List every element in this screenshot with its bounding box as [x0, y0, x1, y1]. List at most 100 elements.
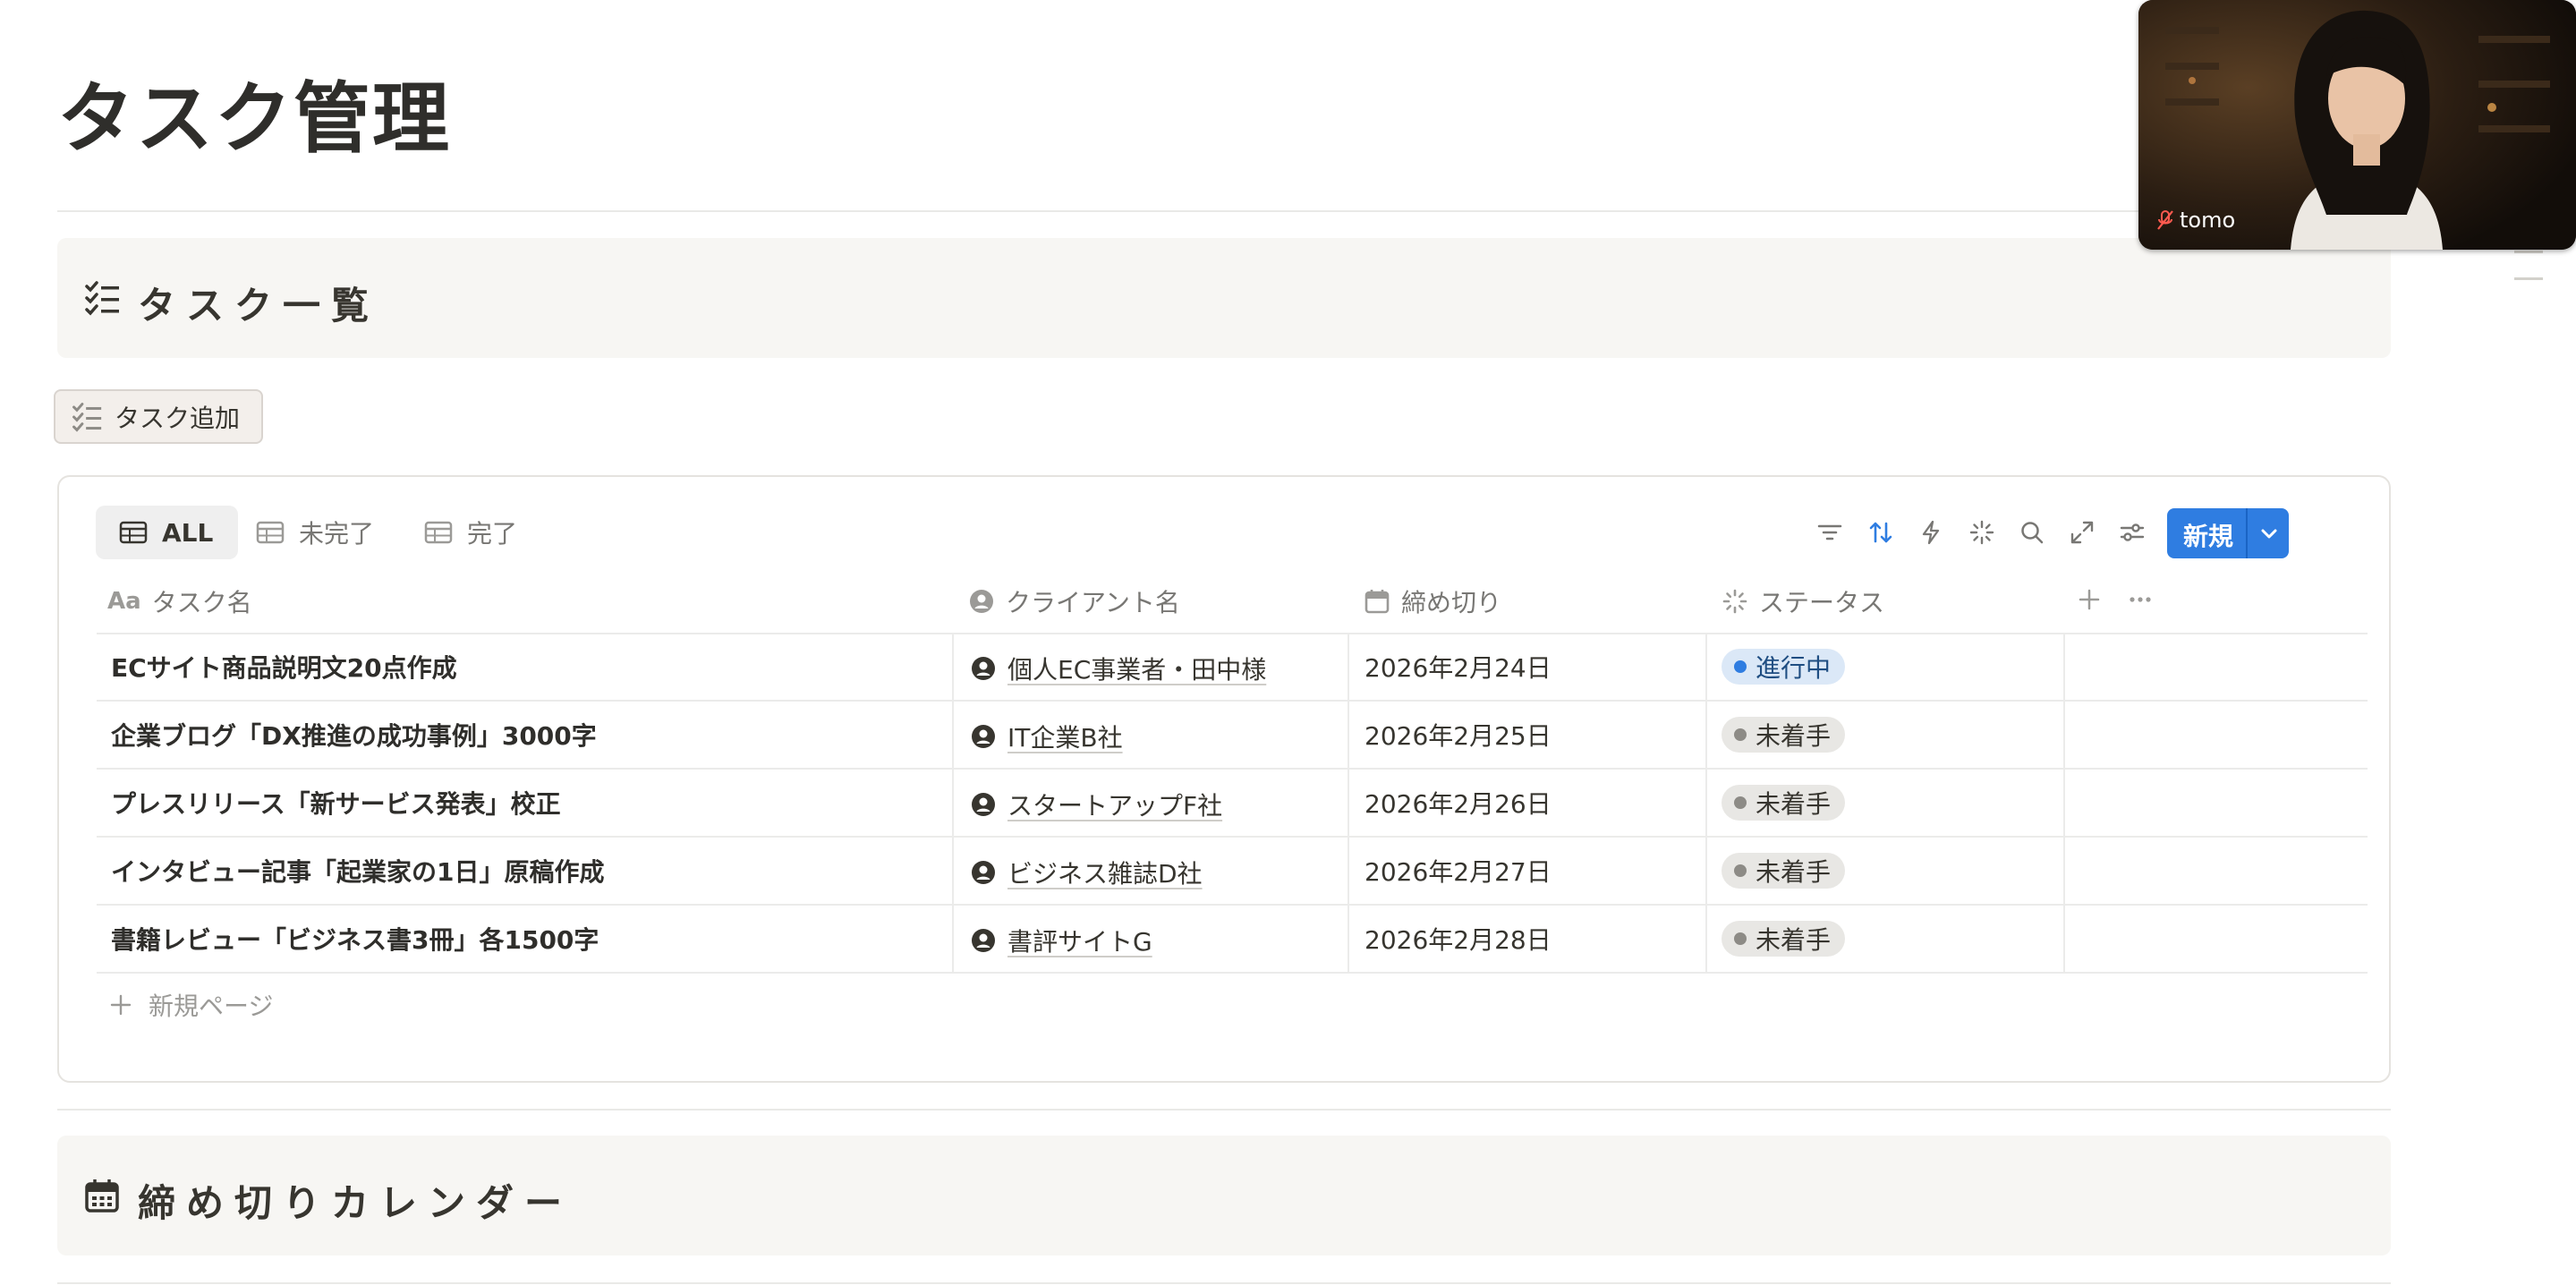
client-cell[interactable]: 個人EC事業者・田中様 — [970, 634, 1266, 702]
status-label: 未着手 — [1756, 788, 1832, 819]
status-cell[interactable]: 未着手 — [1722, 769, 1846, 836]
deadline-cell[interactable]: 2026年2月25日 — [1365, 701, 1552, 768]
person-icon — [970, 859, 997, 886]
settings-icon[interactable] — [2119, 519, 2146, 546]
status-cell[interactable]: 進行中 — [1722, 633, 1846, 700]
participant-name-tag: tomo — [2156, 208, 2235, 233]
chevron-down-icon[interactable] — [2257, 521, 2282, 549]
calendar-section-header: 締め切りカレンダー — [57, 1136, 2391, 1255]
client-name: スタートアップF社 — [1007, 790, 1223, 821]
column-header-task[interactable]: Aa タスク名 — [107, 582, 252, 621]
ai-sparkle-icon[interactable] — [1968, 519, 1995, 546]
status-dot — [1734, 932, 1747, 945]
tab-complete[interactable]: 完了 — [401, 506, 542, 559]
column-header-client-label: クライアント名 — [1006, 588, 1180, 617]
task-section-title: タスク一覧 — [138, 284, 380, 328]
column-header-status[interactable]: ステータス — [1722, 582, 1884, 621]
title-divider — [57, 210, 2391, 212]
status-dot — [1734, 728, 1747, 741]
status-cell[interactable]: 未着手 — [1722, 905, 1846, 972]
status-badge: 未着手 — [1722, 784, 1846, 821]
status-dot — [1734, 796, 1747, 809]
tab-complete-label: 完了 — [467, 519, 518, 549]
table-icon — [256, 521, 285, 544]
client-name: IT企業B社 — [1007, 722, 1123, 753]
status-dot — [1734, 864, 1747, 877]
status-cell[interactable]: 未着手 — [1722, 837, 1846, 904]
add-property-icon[interactable] — [2076, 586, 2103, 617]
add-task-label: タスク追加 — [115, 403, 241, 433]
text-aa-icon: Aa — [107, 588, 141, 615]
client-name: ビジネス雑誌D社 — [1007, 858, 1203, 889]
deadline-cell[interactable]: 2026年2月24日 — [1365, 633, 1552, 700]
task-name-cell[interactable]: インタビュー記事「起業家の1日」原稿作成 — [111, 837, 605, 904]
status-cell[interactable]: 未着手 — [1722, 701, 1846, 768]
column-header-client[interactable]: クライアント名 — [968, 582, 1180, 621]
person-icon — [968, 588, 995, 615]
client-cell[interactable]: IT企業B社 — [970, 702, 1123, 770]
page-title: タスク管理 — [57, 74, 451, 164]
section-divider — [57, 1282, 2391, 1284]
automation-icon[interactable] — [1917, 519, 1944, 546]
person-icon — [970, 723, 997, 750]
table-icon — [424, 521, 453, 544]
outline-marker[interactable] — [2514, 277, 2543, 280]
search-icon[interactable] — [2019, 519, 2045, 546]
table-icon — [119, 521, 148, 544]
more-options-icon[interactable] — [2127, 586, 2154, 617]
new-button-label: 新規 — [2183, 522, 2234, 551]
expand-icon[interactable] — [2069, 519, 2096, 546]
status-badge: 未着手 — [1722, 920, 1846, 957]
checklist-icon — [84, 280, 120, 319]
new-page-button[interactable]: 新規ページ — [109, 987, 273, 1023]
row-divider — [97, 972, 2368, 974]
client-name: 個人EC事業者・田中様 — [1007, 654, 1267, 685]
status-badge: 未着手 — [1722, 852, 1846, 889]
add-task-button[interactable]: タスク追加 — [54, 389, 263, 444]
new-button-divider — [2246, 508, 2248, 558]
status-label: 未着手 — [1756, 720, 1832, 751]
client-cell[interactable]: ビジネス雑誌D社 — [970, 838, 1203, 906]
task-name-cell[interactable]: プレスリリース「新サービス発表」校正 — [111, 769, 561, 836]
checklist-icon — [72, 402, 102, 432]
client-cell[interactable]: スタートアップF社 — [970, 770, 1222, 838]
status-dot — [1734, 660, 1747, 673]
deadline-cell[interactable]: 2026年2月27日 — [1365, 837, 1552, 904]
column-divider — [1705, 633, 1707, 974]
filter-icon[interactable] — [1816, 519, 1843, 546]
column-header-status-label: ステータス — [1759, 588, 1885, 617]
column-divider — [2063, 633, 2065, 974]
tab-incomplete-label: 未完了 — [299, 519, 375, 549]
task-section-header: タスク一覧 — [57, 238, 2391, 358]
participant-name: tomo — [2180, 208, 2236, 233]
task-name-cell[interactable]: 企業ブログ「DX推進の成功事例」3000字 — [111, 701, 597, 768]
status-label: 未着手 — [1756, 924, 1832, 955]
tab-all[interactable]: ALL — [96, 506, 239, 559]
column-header-deadline-label: 締め切り — [1401, 588, 1502, 617]
column-divider — [1348, 633, 1349, 974]
plus-icon — [109, 993, 132, 1017]
tab-all-label: ALL — [162, 517, 214, 548]
deadline-cell[interactable]: 2026年2月26日 — [1365, 769, 1552, 836]
status-label: 未着手 — [1756, 856, 1832, 887]
task-name-cell[interactable]: ECサイト商品説明文20点作成 — [111, 633, 457, 700]
column-divider — [952, 633, 954, 974]
calendar-icon — [84, 1178, 120, 1217]
status-label: 進行中 — [1756, 652, 1832, 683]
client-cell[interactable]: 書評サイトG — [970, 906, 1152, 974]
outline-marker[interactable] — [2514, 251, 2543, 253]
tab-incomplete[interactable]: 未完了 — [233, 506, 399, 559]
deadline-cell[interactable]: 2026年2月28日 — [1365, 905, 1552, 972]
status-badge: 未着手 — [1722, 716, 1846, 753]
new-button[interactable]: 新規 — [2167, 508, 2289, 558]
task-name-cell[interactable]: 書籍レビュー「ビジネス書3冊」各1500字 — [111, 905, 599, 972]
video-call-overlay[interactable]: tomo — [2138, 0, 2576, 250]
status-spinner-icon — [1722, 588, 1748, 615]
mic-muted-icon — [2156, 209, 2174, 231]
new-page-label: 新規ページ — [149, 991, 274, 1021]
sort-icon[interactable] — [1867, 519, 1894, 546]
column-header-task-label: タスク名 — [151, 588, 252, 617]
column-header-deadline[interactable]: 締め切り — [1364, 582, 1501, 621]
person-icon — [970, 791, 997, 818]
section-divider — [57, 1109, 2391, 1111]
